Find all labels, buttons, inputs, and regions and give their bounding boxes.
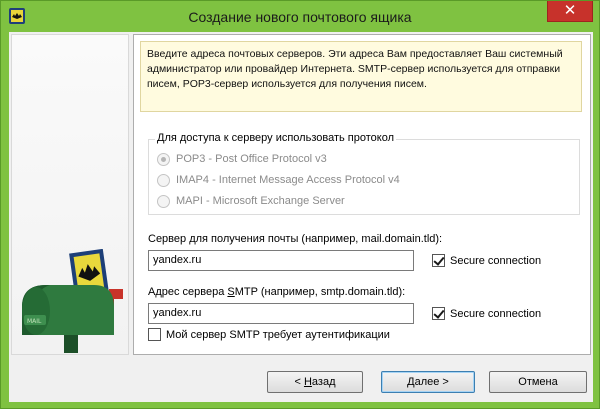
radio-pop3[interactable]: POP3 - Post Office Protocol v3	[157, 151, 327, 167]
radio-pop3-label: POP3 - Post Office Protocol v3	[176, 153, 327, 165]
smtp-auth-label: Мой сервер SMTP требует аутентификации	[166, 328, 390, 341]
incoming-secure-connection[interactable]: Secure connection	[432, 253, 541, 268]
outgoing-secure-connection[interactable]: Secure connection	[432, 306, 541, 321]
incoming-secure-label: Secure connection	[450, 254, 542, 267]
radio-mapi-button[interactable]	[157, 194, 170, 208]
outgoing-secure-label: Secure connection	[450, 307, 542, 320]
radio-mapi-label: MAPI - Microsoft Exchange Server	[176, 195, 345, 207]
next-button[interactable]: Далее >	[381, 371, 475, 393]
radio-imap4-button[interactable]	[157, 173, 170, 187]
wizard-sidebar: MAIL	[11, 34, 129, 355]
smtp-auth-checkbox[interactable]	[148, 328, 161, 341]
radio-imap4[interactable]: IMAP4 - Internet Message Access Protocol…	[157, 172, 400, 188]
incoming-server-input[interactable]: yandex.ru	[148, 250, 414, 271]
cancel-button[interactable]: Отмена	[489, 371, 587, 393]
close-icon: ✕	[563, 2, 577, 19]
svg-text:MAIL: MAIL	[27, 318, 42, 325]
window-title: Создание нового почтового ящика	[188, 9, 412, 25]
protocol-group: Для доступа к серверу использовать прото…	[148, 132, 580, 215]
title-bar[interactable]: Создание нового почтового ящика ✕	[1, 1, 599, 32]
mailbox-illustration-icon: MAIL	[22, 249, 123, 353]
incoming-secure-checkbox[interactable]	[432, 254, 445, 267]
incoming-server-label: Сервер для получения почты (например, ma…	[148, 233, 443, 245]
info-message: Введите адреса почтовых серверов. Эти ад…	[140, 41, 582, 112]
dialog-client: MAIL Введите адреса почтовых серверов. Э…	[9, 32, 593, 402]
back-button[interactable]: < Назад	[267, 371, 363, 393]
radio-mapi[interactable]: MAPI - Microsoft Exchange Server	[157, 193, 345, 209]
dialog-window: Создание нового почтового ящика ✕ MAIL В…	[0, 0, 600, 409]
wizard-content: Введите адреса почтовых серверов. Эти ад…	[133, 34, 591, 355]
outgoing-secure-checkbox[interactable]	[432, 307, 445, 320]
radio-imap4-label: IMAP4 - Internet Message Access Protocol…	[176, 174, 400, 186]
close-button[interactable]: ✕	[547, 1, 593, 22]
radio-pop3-button[interactable]	[157, 152, 170, 166]
smtp-auth-option[interactable]: Мой сервер SMTP требует аутентификации	[148, 327, 390, 342]
outgoing-server-input[interactable]: yandex.ru	[148, 303, 414, 324]
outgoing-server-label: Адрес сервера SMTP (например, smtp.domai…	[148, 286, 406, 298]
protocol-group-legend: Для доступа к серверу использовать прото…	[155, 132, 396, 144]
